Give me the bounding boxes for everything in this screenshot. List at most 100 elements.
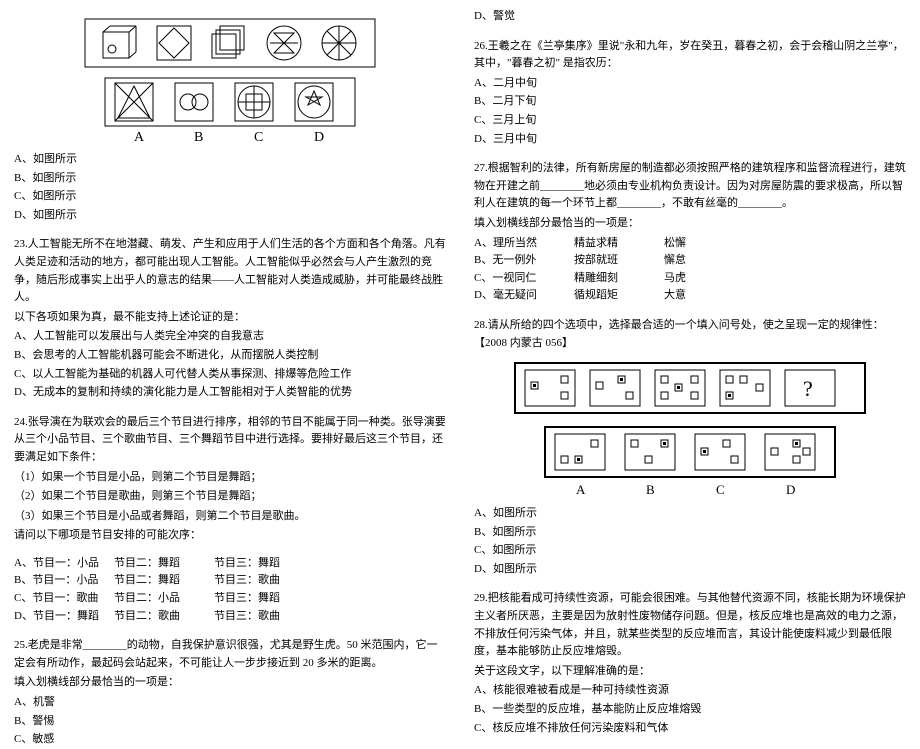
q24-row-d: D、节目一：舞蹈节目二：歌曲节目三：歌曲 [14,608,446,626]
q24-c-3: 节目三：舞蹈 [214,590,314,608]
q24-cond2: （2）如果二个节目是歌曲，则第三个节目是舞蹈； [14,488,446,506]
q27-a-2: 精益求精 [574,235,664,253]
q24-ask: 请问以下哪项是节目安排的可能次序： [14,527,446,545]
q25-opt-b: B、警惕 [14,713,446,731]
q23-opt-d: D、无成本的复制和持续的演化能力是人工智能相对于人类智能的优势 [14,384,446,402]
q27-b-1: B、无一例外 [474,252,574,270]
figure-bottom-row: A B C D [14,75,446,145]
q26-body: 王羲之在《兰亭集序》里说"永和九年，岁在癸丑，暮春之初，会于会稽山阴之兰亭"，其… [474,40,904,70]
q28-opt-a: A、如图所示 [474,505,906,523]
q27-d-3: 大意 [664,287,734,305]
right-column: D、警觉 26.王羲之在《兰亭集序》里说"永和九年，岁在癸丑，暮春之初，会于会稽… [460,0,920,651]
svg-text:D: D [314,130,324,145]
q23-num: 23. [14,238,28,250]
q24-a-1: A、节目一：小品 [14,555,114,573]
q22-options: A、如图所示 B、如图所示 C、如图所示 D、如图所示 [14,151,446,224]
question-23: 23.人工智能无所不在地潜藏、萌发、产生和应用于人们生活的各个方面和各个角落。凡… [14,236,446,401]
q23-prompt: 以下各项如果为真，最不能支持上述论证的是： [14,309,446,327]
question-27: 27.根据智利的法律，所有新房屋的制造都必须按照严格的建筑程序和监督流程进行，建… [474,160,906,305]
q26-opt-b: B、二月下旬 [474,93,906,111]
q24-c-1: C、节目一：歌曲 [14,590,114,608]
q25-opt-c: C、敏感 [14,731,446,749]
q29-prompt: 关于这段文字，以下理解准确的是： [474,663,906,681]
q27-c-3: 马虎 [664,270,734,288]
q29-opt-a: A、核能很难被看成是一种可持续性资源 [474,682,906,700]
q24-b-3: 节目三：歌曲 [214,572,314,590]
q24-row-a: A、节目一：小品节目二：舞蹈节目三：舞蹈 [14,555,446,573]
question-25: 25.老虎是非常________的动物，自我保护意识很强，尤其是野生虎。50 米… [14,637,446,749]
q27-row-c: C、一视同仁精雕细刻马虎 [474,270,906,288]
q24-body: 张导演在为联欢会的最后三个节目进行排序，相邻的节目不能属于同一种类。张导演要从三… [14,416,446,463]
q24-b-2: 节目二：舞蹈 [114,572,214,590]
q23-opt-b: B、会思考的人工智能机器可能会不断进化，从而摆脱人类控制 [14,347,446,365]
svg-text:C: C [254,130,263,145]
q27-row-d: D、毫无疑问循规蹈矩大意 [474,287,906,305]
question-22-figures: A B C D A、如图所示 B、如图所示 C、如图所示 D、如图所示 [14,14,446,224]
q28-opt-b: B、如图所示 [474,524,906,542]
question-24: 24.张导演在为联欢会的最后三个节目进行排序，相邻的节目不能属于同一种类。张导演… [14,414,446,626]
svg-text:C: C [716,482,725,497]
q23-opt-a: A、人工智能可以发展出与人类完全冲突的自我意志 [14,328,446,346]
q28-opt-d: D、如图所示 [474,561,906,579]
question-28: 28.请从所给的四个选项中，选择最合适的一个填入问号处，使之呈现一定的规律性：【… [474,317,906,579]
q25-body: 老虎是非常________的动物，自我保护意识很强，尤其是野生虎。50 米范围内… [14,639,438,669]
figure-top-row [14,14,446,69]
q27-a-3: 松懈 [664,235,734,253]
q27-prompt: 填入划横线部分最恰当的一项是： [474,215,906,233]
q24-b-1: B、节目一：小品 [14,572,114,590]
q22-opt-b: B、如图所示 [14,170,446,188]
q23-opt-c: C、以人工智能为基础的机器人可代替人类从事探测、排爆等危险工作 [14,366,446,384]
q24-c-2: 节目二：小品 [114,590,214,608]
q26-opt-c: C、三月上旬 [474,112,906,130]
q24-a-3: 节目三：舞蹈 [214,555,314,573]
q24-d-2: 节目二：歌曲 [114,608,214,626]
q24-d-1: D、节目一：舞蹈 [14,608,114,626]
q25-num: 25. [14,639,28,651]
q27-body: 根据智利的法律，所有新房屋的制造都必须按照严格的建筑程序和监督流程进行，建筑物在… [474,162,906,209]
svg-text:B: B [194,130,203,145]
q24-d-3: 节目三：歌曲 [214,608,314,626]
q29-body: 把核能看成可持续性资源，可能会很困难。与其他替代资源不同，核能长期为环境保护主义… [474,592,906,657]
q27-c-2: 精雕细刻 [574,270,664,288]
q24-a-2: 节目二：舞蹈 [114,555,214,573]
q23-body: 人工智能无所不在地潜藏、萌发、产生和应用于人们生活的各个方面和各个角落。凡有人类… [14,238,446,303]
q29-opt-b: B、一些类型的反应堆，基本能防止反应堆熔毁 [474,701,906,719]
q28-figure-top: ? [474,358,906,418]
q25-opt-a: A、机警 [14,694,446,712]
q27-row-b: B、无一例外按部就班懈怠 [474,252,906,270]
left-column: A B C D A、如图所示 B、如图所示 C、如图所示 D、如图所示 23.人… [0,0,460,651]
q25-opt-d: D、警觉 [474,8,906,26]
q26-opt-a: A、二月中旬 [474,75,906,93]
q29-opt-c: C、核反应堆不排放任何污染废料和气体 [474,720,906,738]
q27-row-a: A、理所当然精益求精松懈 [474,235,906,253]
q29-num: 29. [474,592,488,604]
q25-prompt: 填入划横线部分最恰当的一项是： [14,674,446,692]
q27-num: 27. [474,162,488,174]
q22-opt-c: C、如图所示 [14,188,446,206]
svg-text:D: D [786,482,795,497]
svg-text:A: A [576,482,586,497]
q26-num: 26. [474,40,488,52]
q24-cond1: （1）如果一个节目是小品，则第二个节目是舞蹈； [14,469,446,487]
q27-b-3: 懈怠 [664,252,734,270]
q27-d-2: 循规蹈矩 [574,287,664,305]
q26-opt-d: D、三月中旬 [474,131,906,149]
q22-opt-d: D、如图所示 [14,207,446,225]
q22-opt-a: A、如图所示 [14,151,446,169]
q28-body: 请从所给的四个选项中，选择最合适的一个填入问号处，使之呈现一定的规律性：【200… [474,319,884,349]
q27-b-2: 按部就班 [574,252,664,270]
q28-opt-c: C、如图所示 [474,542,906,560]
q24-row-c: C、节目一：歌曲节目二：小品节目三：舞蹈 [14,590,446,608]
q28-num: 28. [474,319,488,331]
question-29: 29.把核能看成可持续性资源，可能会很困难。与其他替代资源不同，核能长期为环境保… [474,590,906,737]
svg-text:A: A [134,130,145,145]
question-26: 26.王羲之在《兰亭集序》里说"永和九年，岁在癸丑，暮春之初，会于会稽山阴之兰亭… [474,38,906,149]
svg-text:B: B [646,482,655,497]
svg-text:?: ? [803,376,813,401]
q25-opt-d-cont: D、警觉 [474,8,906,26]
q27-d-1: D、毫无疑问 [474,287,574,305]
q24-row-b: B、节目一：小品节目二：舞蹈节目三：歌曲 [14,572,446,590]
q24-num: 24. [14,416,28,428]
q28-figure-bottom: A B C D [474,424,906,499]
q27-c-1: C、一视同仁 [474,270,574,288]
